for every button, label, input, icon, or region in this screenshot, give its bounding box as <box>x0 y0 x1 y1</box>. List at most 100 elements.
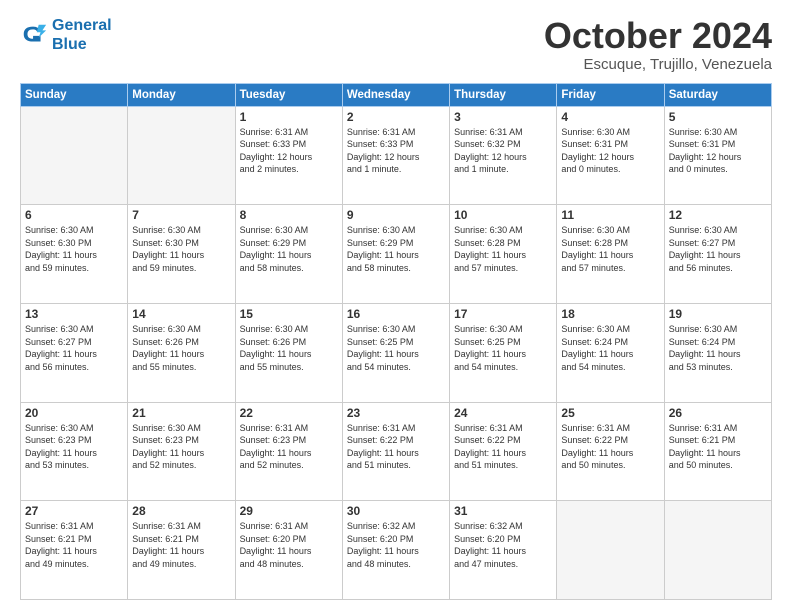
calendar-week-5: 27 Sunrise: 6:31 AM Sunset: 6:21 PM Dayli… <box>21 501 772 600</box>
day-number: 16 <box>347 307 445 321</box>
title-block: October 2024 Escuque, Trujillo, Venezuel… <box>544 16 772 73</box>
day-number: 25 <box>561 406 659 420</box>
day-number: 23 <box>347 406 445 420</box>
calendar-cell <box>664 501 771 600</box>
calendar-cell: 4Sunrise: 6:30 AM Sunset: 6:31 PM Daylig… <box>557 106 664 205</box>
calendar-cell <box>21 106 128 205</box>
day-info: Sunrise: 6:31 AM Sunset: 6:22 PM Dayligh… <box>454 422 552 472</box>
logo-icon <box>20 21 48 49</box>
month-title: October 2024 <box>544 16 772 56</box>
day-number: 24 <box>454 406 552 420</box>
col-saturday: Saturday <box>664 83 771 106</box>
day-number: 1 <box>240 110 338 124</box>
day-info: Sunrise: 6:32 AM Sunset: 6:20 PM Dayligh… <box>347 520 445 570</box>
day-number: 10 <box>454 208 552 222</box>
calendar-cell: 11Sunrise: 6:30 AM Sunset: 6:28 PM Dayli… <box>557 205 664 304</box>
calendar-cell: 10 Sunrise: 6:30 AM Sunset: 6:28 PM Dayli… <box>450 205 557 304</box>
calendar-cell: 13Sunrise: 6:30 AM Sunset: 6:27 PM Dayli… <box>21 303 128 402</box>
day-info: Sunrise: 6:30 AM Sunset: 6:29 PM Dayligh… <box>240 224 338 274</box>
calendar-cell: 5 Sunrise: 6:30 AM Sunset: 6:31 PM Daylig… <box>664 106 771 205</box>
calendar-cell: 14Sunrise: 6:30 AM Sunset: 6:26 PM Dayli… <box>128 303 235 402</box>
day-number: 20 <box>25 406 123 420</box>
calendar-cell: 9 Sunrise: 6:30 AM Sunset: 6:29 PM Daylig… <box>342 205 449 304</box>
calendar-cell: 15 Sunrise: 6:30 AM Sunset: 6:26 PM Dayli… <box>235 303 342 402</box>
day-info: Sunrise: 6:30 AM Sunset: 6:23 PM Dayligh… <box>25 422 123 472</box>
day-number: 14 <box>132 307 230 321</box>
day-number: 2 <box>347 110 445 124</box>
day-info: Sunrise: 6:31 AM Sunset: 6:21 PM Dayligh… <box>25 520 123 570</box>
day-number: 19 <box>669 307 767 321</box>
logo-text: General Blue <box>52 16 112 54</box>
calendar-cell: 27 Sunrise: 6:31 AM Sunset: 6:21 PM Dayli… <box>21 501 128 600</box>
calendar-cell: 17 Sunrise: 6:30 AM Sunset: 6:25 PM Dayli… <box>450 303 557 402</box>
calendar-cell: 23Sunrise: 6:31 AM Sunset: 6:22 PM Dayli… <box>342 402 449 501</box>
calendar-week-1: 1 Sunrise: 6:31 AM Sunset: 6:33 PM Daylig… <box>21 106 772 205</box>
calendar-cell: 8 Sunrise: 6:30 AM Sunset: 6:29 PM Daylig… <box>235 205 342 304</box>
day-number: 29 <box>240 504 338 518</box>
logo-line2: Blue <box>52 36 87 53</box>
calendar-cell: 7 Sunrise: 6:30 AM Sunset: 6:30 PM Daylig… <box>128 205 235 304</box>
calendar-cell: 28Sunrise: 6:31 AM Sunset: 6:21 PM Dayli… <box>128 501 235 600</box>
day-info: Sunrise: 6:30 AM Sunset: 6:29 PM Dayligh… <box>347 224 445 274</box>
day-info: Sunrise: 6:30 AM Sunset: 6:31 PM Dayligh… <box>669 126 767 176</box>
calendar-cell: 25 Sunrise: 6:31 AM Sunset: 6:22 PM Dayli… <box>557 402 664 501</box>
calendar-cell: 21Sunrise: 6:30 AM Sunset: 6:23 PM Dayli… <box>128 402 235 501</box>
day-info: Sunrise: 6:31 AM Sunset: 6:33 PM Dayligh… <box>240 126 338 176</box>
day-number: 28 <box>132 504 230 518</box>
day-number: 5 <box>669 110 767 124</box>
day-info: Sunrise: 6:30 AM Sunset: 6:30 PM Dayligh… <box>132 224 230 274</box>
day-info: Sunrise: 6:30 AM Sunset: 6:28 PM Dayligh… <box>454 224 552 274</box>
day-number: 8 <box>240 208 338 222</box>
day-info: Sunrise: 6:32 AM Sunset: 6:20 PM Dayligh… <box>454 520 552 570</box>
day-info: Sunrise: 6:31 AM Sunset: 6:23 PM Dayligh… <box>240 422 338 472</box>
day-info: Sunrise: 6:30 AM Sunset: 6:25 PM Dayligh… <box>347 323 445 373</box>
day-info: Sunrise: 6:30 AM Sunset: 6:24 PM Dayligh… <box>561 323 659 373</box>
day-info: Sunrise: 6:31 AM Sunset: 6:20 PM Dayligh… <box>240 520 338 570</box>
calendar-cell: 29 Sunrise: 6:31 AM Sunset: 6:20 PM Dayli… <box>235 501 342 600</box>
header: General Blue October 2024 Escuque, Truji… <box>20 16 772 73</box>
day-info: Sunrise: 6:31 AM Sunset: 6:22 PM Dayligh… <box>561 422 659 472</box>
calendar-cell: 2 Sunrise: 6:31 AM Sunset: 6:33 PM Daylig… <box>342 106 449 205</box>
col-sunday: Sunday <box>21 83 128 106</box>
calendar-cell: 6Sunrise: 6:30 AM Sunset: 6:30 PM Daylig… <box>21 205 128 304</box>
day-info: Sunrise: 6:30 AM Sunset: 6:24 PM Dayligh… <box>669 323 767 373</box>
calendar-header-row: Sunday Monday Tuesday Wednesday Thursday… <box>21 83 772 106</box>
day-number: 18 <box>561 307 659 321</box>
calendar-week-3: 13Sunrise: 6:30 AM Sunset: 6:27 PM Dayli… <box>21 303 772 402</box>
calendar-cell: 31Sunrise: 6:32 AM Sunset: 6:20 PM Dayli… <box>450 501 557 600</box>
day-info: Sunrise: 6:30 AM Sunset: 6:27 PM Dayligh… <box>25 323 123 373</box>
day-number: 15 <box>240 307 338 321</box>
calendar-cell <box>557 501 664 600</box>
day-number: 6 <box>25 208 123 222</box>
calendar-cell: 1 Sunrise: 6:31 AM Sunset: 6:33 PM Daylig… <box>235 106 342 205</box>
day-info: Sunrise: 6:30 AM Sunset: 6:31 PM Dayligh… <box>561 126 659 176</box>
calendar-cell: 3 Sunrise: 6:31 AM Sunset: 6:32 PM Daylig… <box>450 106 557 205</box>
day-info: Sunrise: 6:31 AM Sunset: 6:32 PM Dayligh… <box>454 126 552 176</box>
calendar-cell: 19 Sunrise: 6:30 AM Sunset: 6:24 PM Dayli… <box>664 303 771 402</box>
calendar-table: Sunday Monday Tuesday Wednesday Thursday… <box>20 83 772 600</box>
calendar-cell: 20 Sunrise: 6:30 AM Sunset: 6:23 PM Dayli… <box>21 402 128 501</box>
day-number: 26 <box>669 406 767 420</box>
calendar-cell: 30Sunrise: 6:32 AM Sunset: 6:20 PM Dayli… <box>342 501 449 600</box>
calendar-cell <box>128 106 235 205</box>
calendar-cell: 18 Sunrise: 6:30 AM Sunset: 6:24 PM Dayli… <box>557 303 664 402</box>
day-info: Sunrise: 6:30 AM Sunset: 6:25 PM Dayligh… <box>454 323 552 373</box>
col-wednesday: Wednesday <box>342 83 449 106</box>
day-number: 27 <box>25 504 123 518</box>
logo: General Blue <box>20 16 112 54</box>
day-number: 3 <box>454 110 552 124</box>
calendar-cell: 22 Sunrise: 6:31 AM Sunset: 6:23 PM Dayli… <box>235 402 342 501</box>
day-info: Sunrise: 6:30 AM Sunset: 6:27 PM Dayligh… <box>669 224 767 274</box>
day-number: 9 <box>347 208 445 222</box>
day-info: Sunrise: 6:30 AM Sunset: 6:28 PM Dayligh… <box>561 224 659 274</box>
day-number: 7 <box>132 208 230 222</box>
day-number: 21 <box>132 406 230 420</box>
day-number: 12 <box>669 208 767 222</box>
col-monday: Monday <box>128 83 235 106</box>
col-thursday: Thursday <box>450 83 557 106</box>
day-number: 22 <box>240 406 338 420</box>
day-number: 17 <box>454 307 552 321</box>
day-info: Sunrise: 6:31 AM Sunset: 6:33 PM Dayligh… <box>347 126 445 176</box>
location: Escuque, Trujillo, Venezuela <box>544 56 772 73</box>
day-info: Sunrise: 6:30 AM Sunset: 6:26 PM Dayligh… <box>240 323 338 373</box>
